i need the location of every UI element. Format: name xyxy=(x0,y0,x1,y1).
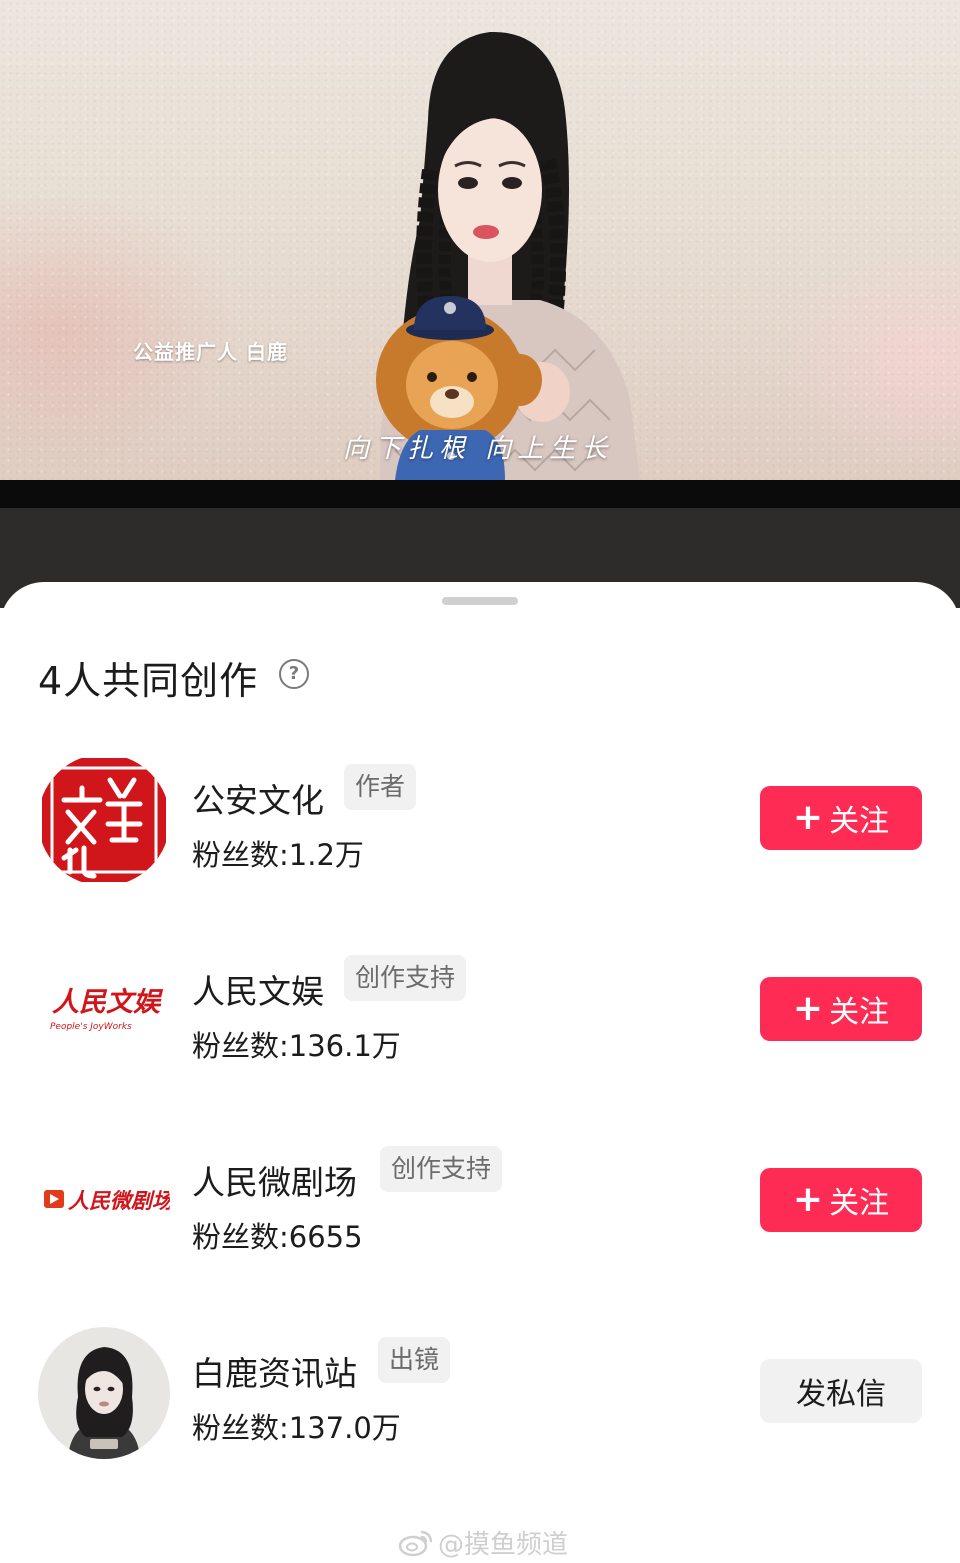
role-badge: 创作支持 xyxy=(344,955,467,1001)
video-subtitle: 向下扎根 向上生长 xyxy=(343,434,614,464)
creator-row[interactable]: 白鹿资讯站 出镜 粉丝数:137.0万 发私信 xyxy=(0,1327,960,1467)
co-creators-sheet: 4人共同创作 ? 公安文化 作者 粉丝数:1.2万 + 关注 人民文娱 Peop… xyxy=(0,582,960,1563)
svg-text:People's JoyWorks: People's JoyWorks xyxy=(50,1022,132,1032)
creator-name[interactable]: 人民微剧场 xyxy=(192,1156,357,1204)
follow-button-label: 关注 xyxy=(829,804,890,839)
renmin-wenyu-logo: 人民文娱 People's JoyWorks xyxy=(38,945,170,1077)
video-player[interactable]: 公益推广人 白鹿 向下扎根 向上生长 xyxy=(0,0,960,480)
avatar[interactable]: 人民文娱 People's JoyWorks xyxy=(38,945,170,1077)
follow-button[interactable]: + 关注 xyxy=(760,786,922,850)
creator-row[interactable]: 公安文化 作者 粉丝数:1.2万 + 关注 xyxy=(0,754,960,894)
sheet-drag-handle[interactable] xyxy=(442,597,518,605)
plus-icon: + xyxy=(792,797,824,838)
creator-name[interactable]: 白鹿资讯站 xyxy=(192,1347,357,1395)
user-photo-avatar xyxy=(38,1327,170,1459)
role-badge: 作者 xyxy=(344,764,417,810)
creator-row[interactable]: 人民文娱 People's JoyWorks 人民文娱 创作支持 粉丝数:136… xyxy=(0,945,960,1085)
follow-button-label: 关注 xyxy=(829,995,890,1030)
creator-name[interactable]: 人民文娱 xyxy=(192,965,324,1013)
avatar[interactable]: 人民微剧场 xyxy=(38,1136,170,1268)
watermark: @摸鱼频道 xyxy=(398,1524,568,1561)
question-circle-icon[interactable]: ? xyxy=(279,659,309,689)
plus-icon: + xyxy=(792,988,824,1029)
video-caption: 公益推广人 白鹿 xyxy=(133,340,288,364)
follower-count: 粉丝数:1.2万 xyxy=(192,838,364,872)
avatar[interactable] xyxy=(38,754,170,886)
watermark-text: @摸鱼频道 xyxy=(438,1530,569,1560)
creator-row[interactable]: 人民微剧场 人民微剧场 创作支持 粉丝数:6655 + 关注 xyxy=(0,1136,960,1276)
plus-icon: + xyxy=(792,1179,824,1220)
role-badge: 创作支持 xyxy=(380,1146,503,1192)
follow-button[interactable]: + 关注 xyxy=(760,1168,922,1232)
follower-count: 粉丝数:6655 xyxy=(192,1220,363,1254)
video-letterbox xyxy=(0,480,960,508)
video-frame-person xyxy=(376,31,640,480)
follow-button-label: 关注 xyxy=(829,1186,890,1221)
role-badge: 出镜 xyxy=(378,1337,451,1383)
follow-button[interactable]: + 关注 xyxy=(760,977,922,1041)
send-message-button[interactable]: 发私信 xyxy=(760,1359,922,1423)
page: 公益推广人 白鹿 向下扎根 向上生长 4人共同创作 ? 公安文化 作者 粉丝数:… xyxy=(0,0,960,1563)
svg-text:人民文娱: 人民文娱 xyxy=(52,987,164,1018)
creator-name[interactable]: 公安文化 xyxy=(192,774,324,822)
gongan-wenhua-logo xyxy=(42,758,166,882)
follower-count: 粉丝数:136.1万 xyxy=(192,1029,401,1063)
avatar[interactable] xyxy=(38,1327,170,1459)
renmin-weijuchang-logo: 人民微剧场 xyxy=(38,1136,170,1268)
svg-text:人民微剧场: 人民微剧场 xyxy=(68,1188,170,1213)
follower-count: 粉丝数:137.0万 xyxy=(192,1411,401,1445)
weibo-icon xyxy=(398,1530,433,1556)
sheet-title: 4人共同创作 xyxy=(38,659,259,703)
